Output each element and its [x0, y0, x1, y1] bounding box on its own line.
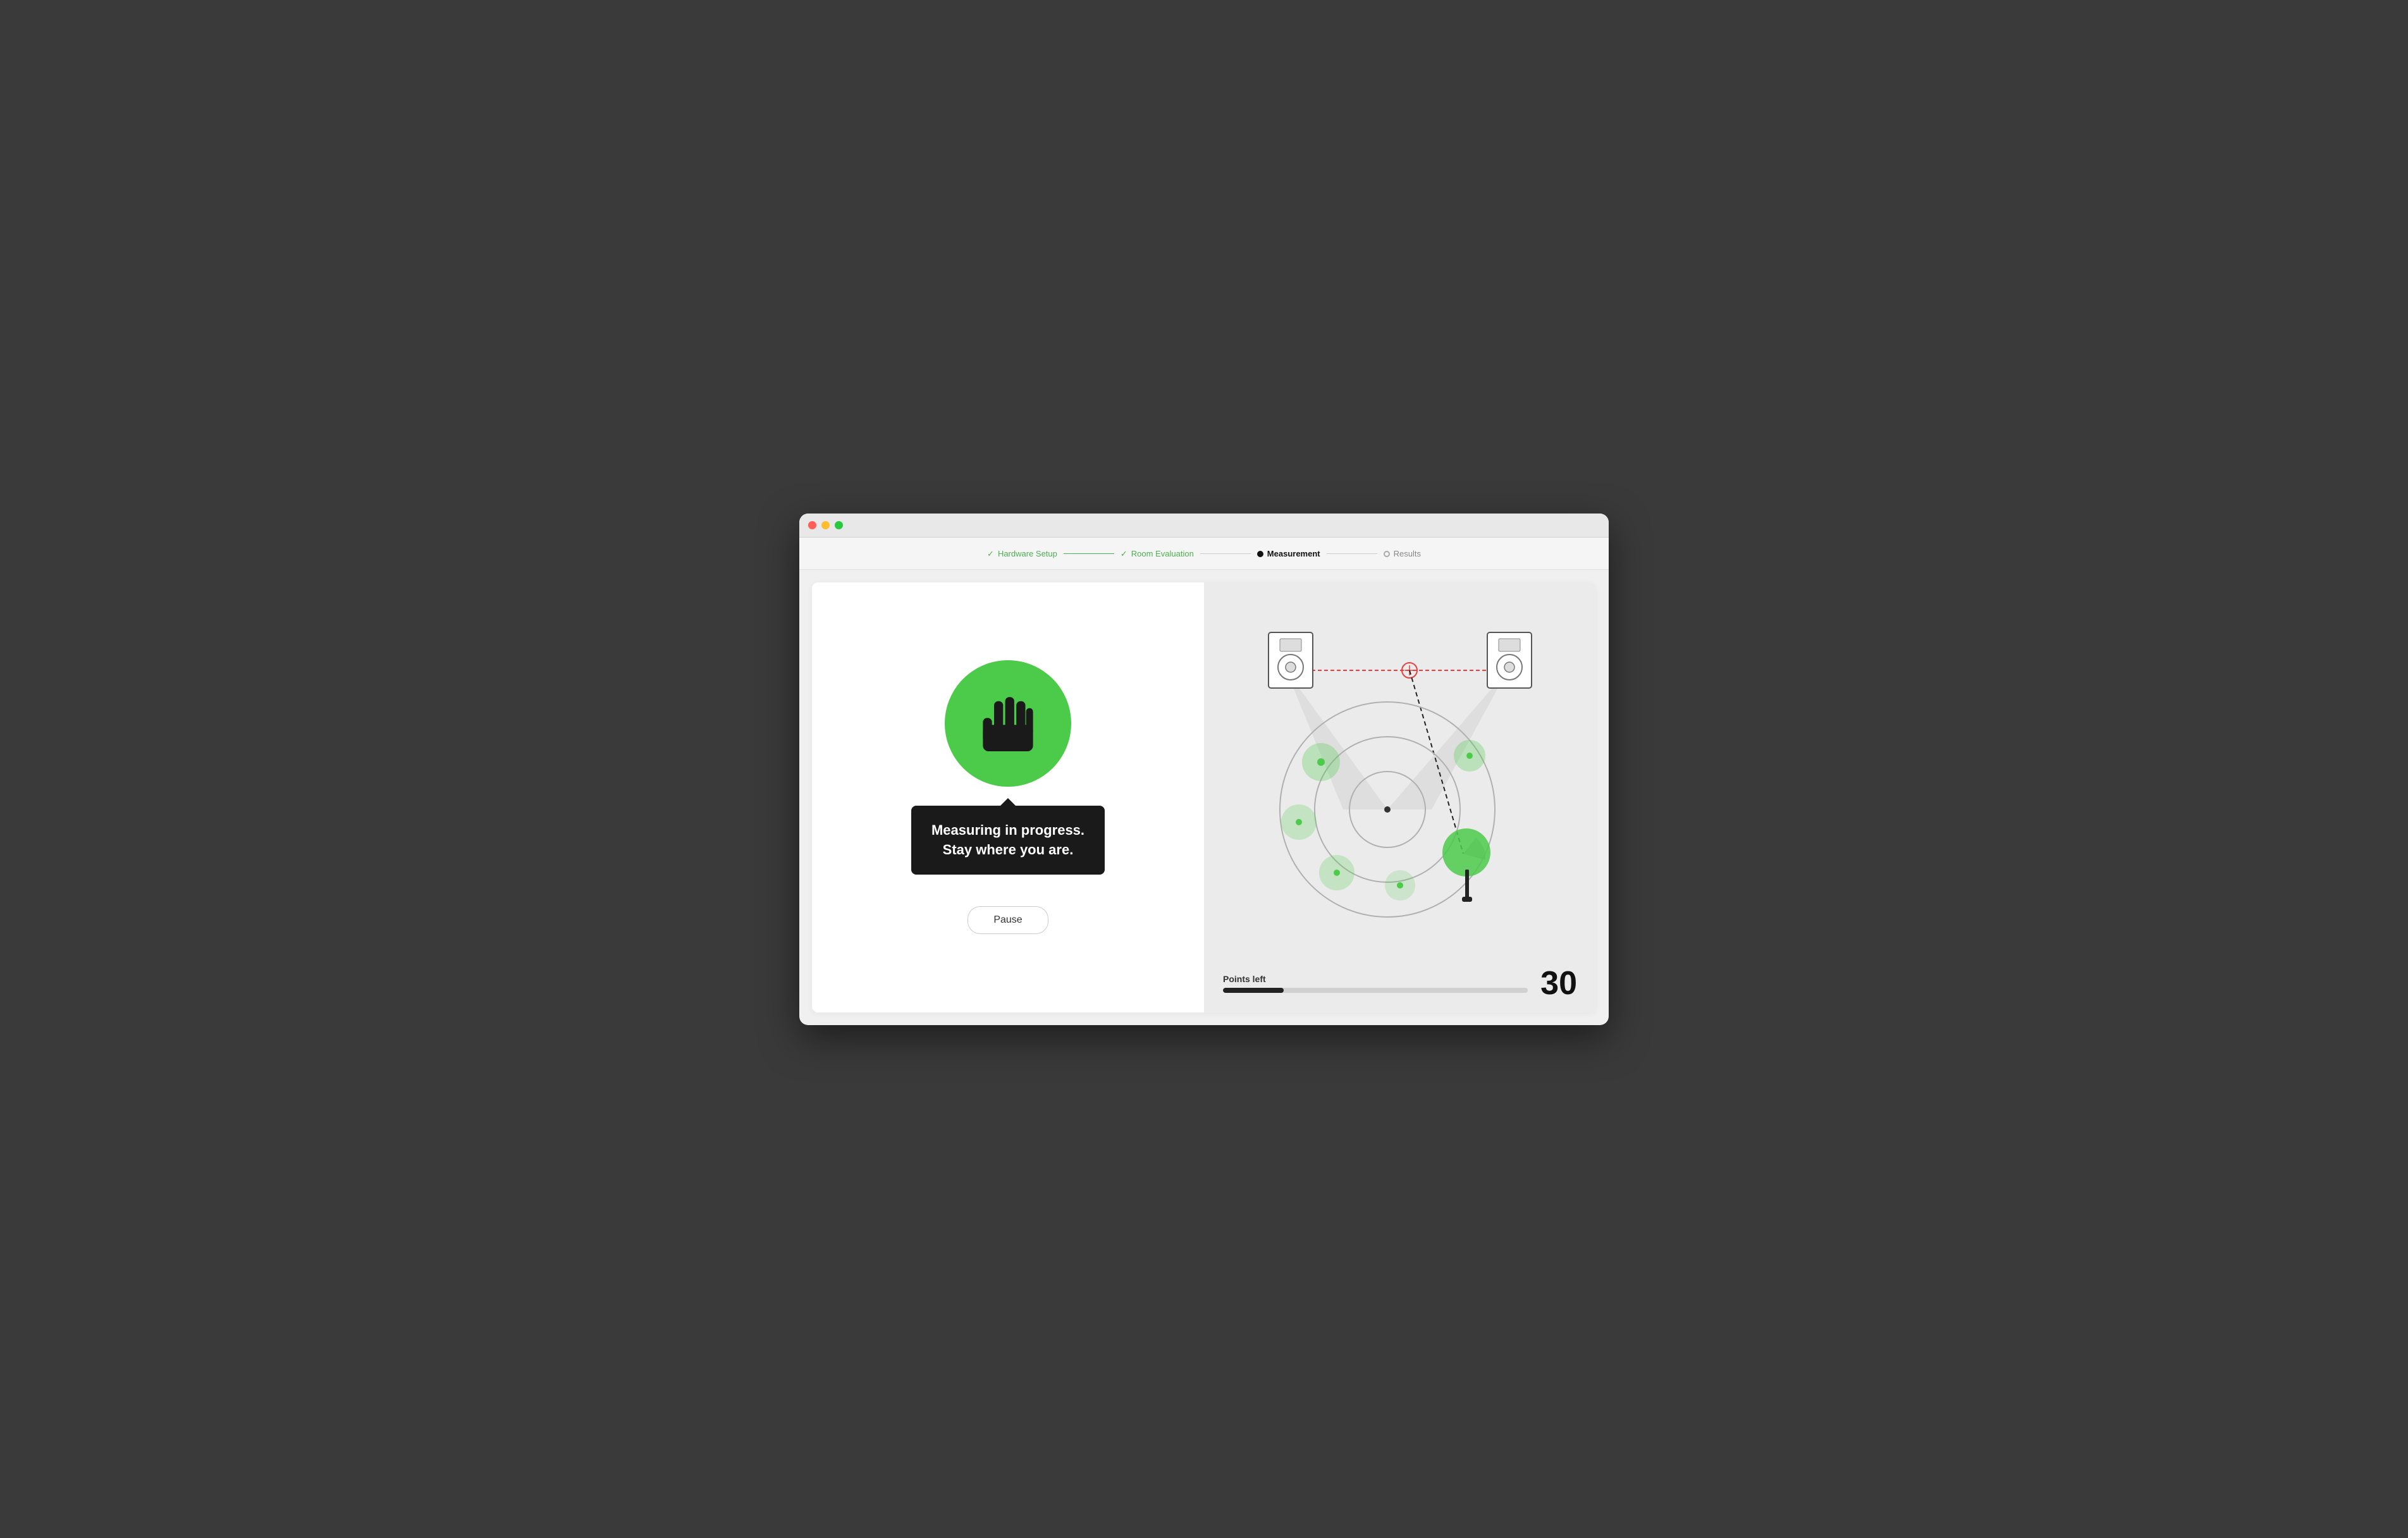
connector-1	[1064, 553, 1114, 554]
main-content: Measuring in progress. Stay where you ar…	[812, 582, 1596, 1012]
message-text: Measuring in progress. Stay where you ar…	[931, 821, 1084, 860]
left-panel: Measuring in progress. Stay where you ar…	[812, 582, 1204, 1012]
message-line1: Measuring in progress.	[931, 822, 1084, 838]
points-count: 30	[1540, 967, 1577, 1000]
step-results-label: Results	[1394, 549, 1421, 558]
room-diagram-svg	[1217, 595, 1583, 961]
progress-section: Points left	[1223, 974, 1528, 993]
checkmark-icon: ✓	[987, 549, 994, 559]
step-measurement: Measurement	[1257, 549, 1320, 558]
close-button[interactable]	[808, 521, 816, 529]
right-panel: Points left 30	[1204, 582, 1596, 1012]
hand-icon-container	[945, 660, 1071, 787]
connector-2	[1200, 553, 1251, 554]
step-results: Results	[1384, 549, 1421, 558]
titlebar	[799, 514, 1609, 538]
stepper: ✓ Hardware Setup ✓ Room Evaluation Measu…	[799, 538, 1609, 570]
active-dot-icon	[1257, 551, 1263, 557]
message-bubble: Measuring in progress. Stay where you ar…	[911, 806, 1105, 875]
checkmark-icon-2: ✓	[1121, 549, 1127, 559]
hand-icon	[973, 689, 1043, 758]
connector-3	[1327, 553, 1377, 554]
step-hardware-setup: ✓ Hardware Setup	[987, 549, 1057, 559]
progress-bar-track	[1223, 988, 1528, 993]
points-left-label: Points left	[1223, 974, 1528, 984]
step-room-evaluation-label: Room Evaluation	[1131, 549, 1194, 558]
diagram-area	[1217, 595, 1583, 961]
progress-bar-fill	[1223, 988, 1284, 993]
minimize-button[interactable]	[821, 521, 830, 529]
app-window: ✓ Hardware Setup ✓ Room Evaluation Measu…	[799, 514, 1609, 1025]
empty-dot-icon	[1384, 551, 1390, 557]
step-measurement-label: Measurement	[1267, 549, 1320, 558]
pause-button[interactable]: Pause	[968, 906, 1048, 934]
traffic-lights	[808, 521, 843, 529]
step-room-evaluation: ✓ Room Evaluation	[1121, 549, 1194, 559]
message-line2: Stay where you are.	[943, 842, 1074, 858]
step-hardware-setup-label: Hardware Setup	[998, 549, 1057, 558]
maximize-button[interactable]	[835, 521, 843, 529]
